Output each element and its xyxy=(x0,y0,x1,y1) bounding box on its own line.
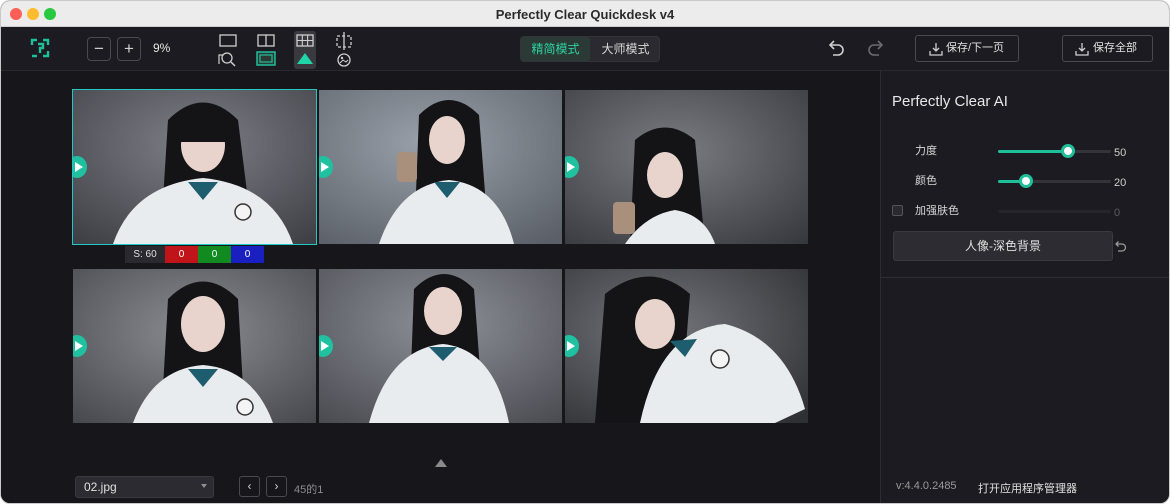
save-all-button[interactable]: 保存全部 xyxy=(1062,35,1153,62)
exposure-stats: S: 60 0 0 0 xyxy=(125,246,264,263)
slider-label-skin: 加强肤色 xyxy=(915,205,959,217)
zoom-out-button[interactable]: − xyxy=(87,37,111,61)
version-label: v:4.4.0.2485 xyxy=(896,480,957,492)
toolbar: − + 9% 精简模式 大师模式 保存/下一页 保存全部 xyxy=(1,27,1169,71)
photo-image xyxy=(73,90,316,244)
stat-green: 0 xyxy=(198,246,231,263)
photo-image xyxy=(73,269,316,423)
photo-thumbnail[interactable] xyxy=(319,90,562,244)
stat-saturation: S: 60 xyxy=(125,246,165,263)
photo-image xyxy=(319,269,562,423)
adjustment-panel: Perfectly Clear AI 力度 50 颜色 20 加强肤色 0 人像… xyxy=(880,71,1169,503)
save-all-label: 保存全部 xyxy=(1093,42,1137,54)
skin-enhance-checkbox[interactable] xyxy=(892,205,903,216)
file-select-value: 02.jpg xyxy=(84,480,117,494)
zoom-in-button[interactable]: + xyxy=(117,37,141,61)
slider-value-strength: 50 xyxy=(1114,147,1127,159)
photo-image xyxy=(565,90,808,244)
slider-fill xyxy=(998,150,1069,153)
open-app-manager-link[interactable]: 打开应用程序管理器 xyxy=(978,480,1077,496)
zoom-level: 9% xyxy=(153,41,171,55)
slider-label-strength: 力度 xyxy=(915,145,937,157)
grid-view-icon[interactable] xyxy=(294,31,316,69)
stat-red: 0 xyxy=(165,246,198,263)
stat-blue: 0 xyxy=(231,246,264,263)
panel-divider xyxy=(881,277,1169,278)
mode-switch: 精简模式 大师模式 xyxy=(520,36,660,62)
download-icon xyxy=(1075,43,1089,56)
compare-view-icon[interactable] xyxy=(255,31,277,69)
window-title: Perfectly Clear Quickdesk v4 xyxy=(495,7,675,22)
slider-handle[interactable] xyxy=(1061,144,1076,158)
photo-grid-area: S: 60 0 0 0 02.jpg ‹ › 45的1 xyxy=(1,71,880,503)
next-page-button[interactable]: › xyxy=(266,476,287,497)
slider-label-color: 颜色 xyxy=(915,175,937,187)
slider-value-color: 20 xyxy=(1114,177,1127,189)
undo-icon[interactable] xyxy=(826,38,846,58)
preset-select-button[interactable]: 人像-深色背景 xyxy=(893,231,1113,261)
crop-icon[interactable] xyxy=(333,31,355,69)
logo-icon xyxy=(30,38,50,58)
save-next-button[interactable]: 保存/下一页 xyxy=(915,35,1019,62)
photo-thumbnail[interactable] xyxy=(565,269,808,423)
skin-slider[interactable] xyxy=(998,210,1111,213)
color-slider[interactable] xyxy=(998,174,1111,188)
slider-value-skin: 0 xyxy=(1114,207,1121,219)
strength-slider[interactable] xyxy=(998,144,1111,158)
chevron-down-icon xyxy=(201,484,207,488)
photo-image xyxy=(565,269,808,423)
slider-handle[interactable] xyxy=(1019,174,1034,188)
save-next-label: 保存/下一页 xyxy=(946,42,1005,54)
panel-title: Perfectly Clear AI xyxy=(892,93,1008,110)
photo-thumbnail[interactable] xyxy=(565,90,808,244)
photo-thumbnail[interactable] xyxy=(73,269,316,423)
tab-master-mode[interactable]: 大师模式 xyxy=(591,37,660,61)
file-select[interactable]: 02.jpg xyxy=(75,476,214,498)
app-window: Perfectly Clear Quickdesk v4 − + 9% 精简模式… xyxy=(0,0,1170,504)
reset-icon[interactable] xyxy=(1113,239,1127,253)
title-bar: Perfectly Clear Quickdesk v4 xyxy=(1,1,1169,27)
collapse-toggle-icon[interactable] xyxy=(435,459,447,467)
download-icon xyxy=(929,43,943,56)
photo-thumbnail[interactable] xyxy=(72,89,317,245)
tab-simple-mode[interactable]: 精简模式 xyxy=(521,37,590,61)
photo-thumbnail[interactable] xyxy=(319,269,562,423)
page-info: 45的1 xyxy=(294,484,324,496)
prev-page-button[interactable]: ‹ xyxy=(239,476,260,497)
photo-image xyxy=(319,90,562,244)
redo-icon[interactable] xyxy=(866,38,886,58)
single-view-icon[interactable] xyxy=(217,31,239,69)
